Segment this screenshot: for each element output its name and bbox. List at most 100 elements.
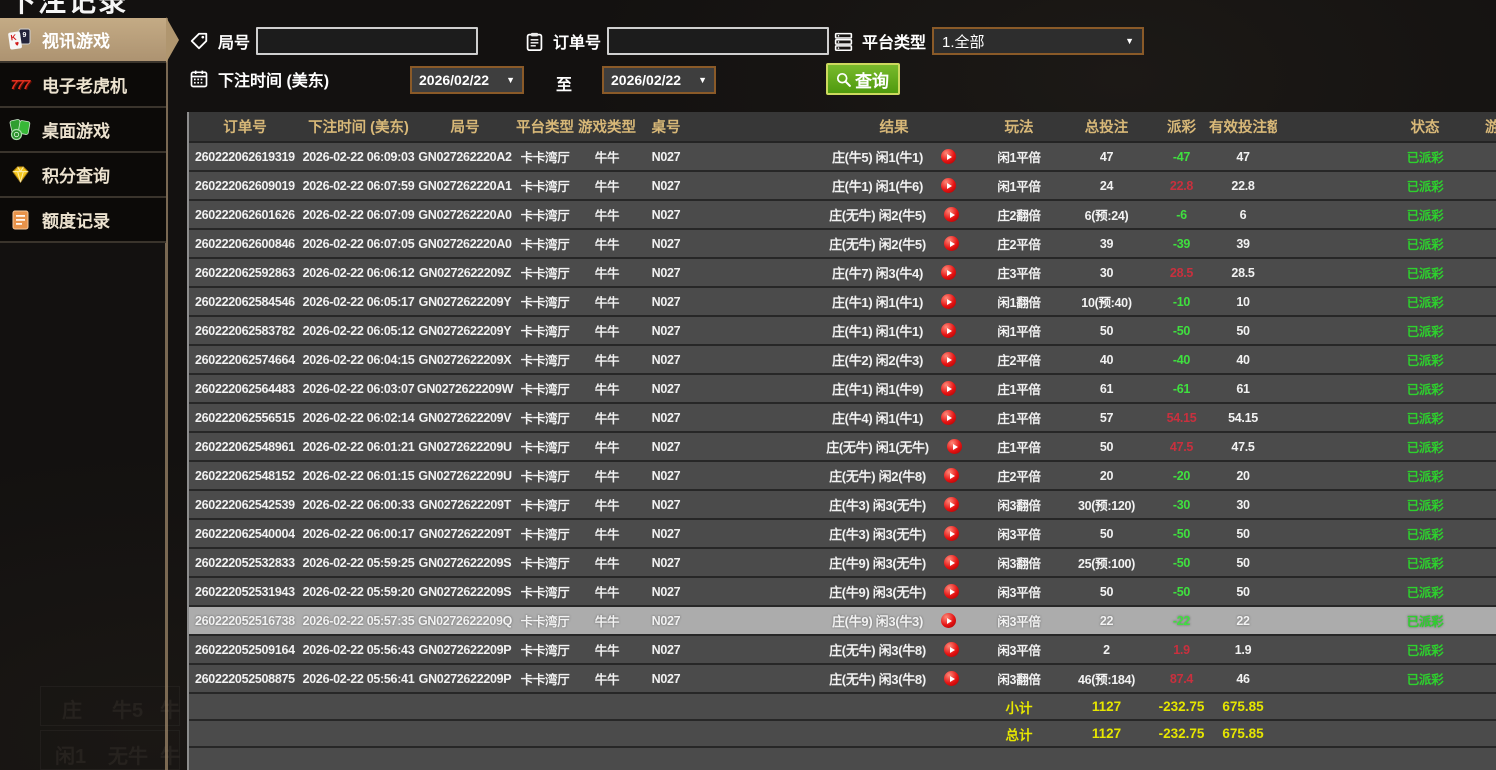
cell-total-bet: 61 xyxy=(1059,374,1154,403)
cell-time: 2026-02-22 05:56:43 xyxy=(301,635,416,664)
cell-valid-bet: 50 xyxy=(1209,577,1277,606)
cell-valid-bet: 54.15 xyxy=(1209,403,1277,432)
cell-total-bet: 39 xyxy=(1059,229,1154,258)
table-row[interactable]: 2602220626016262026-02-22 06:07:09GN0272… xyxy=(189,200,1496,229)
col-payout: 派彩 xyxy=(1154,112,1209,142)
cell-status: 已派彩 xyxy=(1375,287,1475,316)
cell-status: 已派彩 xyxy=(1375,142,1475,171)
play-video-button[interactable] xyxy=(941,410,956,425)
cell-status: 已派彩 xyxy=(1375,548,1475,577)
cell-time: 2026-02-22 05:57:35 xyxy=(301,606,416,635)
table-row[interactable]: 2602220625837822026-02-22 06:05:12GN0272… xyxy=(189,316,1496,345)
cell-table-no: N027 xyxy=(638,432,694,461)
play-video-button[interactable] xyxy=(944,671,959,686)
table-row[interactable]: 2602220625425392026-02-22 06:00:33GN0272… xyxy=(189,490,1496,519)
table-row[interactable]: 2602220625400042026-02-22 06:00:17GN0272… xyxy=(189,519,1496,548)
round-input[interactable] xyxy=(256,27,478,55)
cell-total-bet: 10(预:40) xyxy=(1059,287,1154,316)
table-row[interactable]: 2602220626090192026-02-22 06:07:59GN0272… xyxy=(189,171,1496,200)
play-video-button[interactable] xyxy=(941,294,956,309)
cell-order: 260222062564483 xyxy=(189,374,301,403)
date-to-picker[interactable]: 2026/02/22 ▼ xyxy=(602,66,716,94)
summary-tbody: 小计 1127 -232.75 675.85 总计 1127 -232.75 6… xyxy=(189,693,1496,766)
cell-game-extra xyxy=(1475,577,1496,606)
cell-play-type: 闲3平倍 xyxy=(979,635,1059,664)
cell-payout: -61 xyxy=(1154,374,1209,403)
play-video-button[interactable] xyxy=(944,642,959,657)
cell-order: 260222062592863 xyxy=(189,258,301,287)
cell-result: 庄(牛3) 闲3(无牛) xyxy=(694,519,979,548)
play-video-button[interactable] xyxy=(941,352,956,367)
cell-valid-bet: 10 xyxy=(1209,287,1277,316)
cell-round: GN027262220A2 xyxy=(416,142,514,171)
table-row[interactable]: 2602220625565152026-02-22 06:02:14GN0272… xyxy=(189,403,1496,432)
cell-total-bet: 50 xyxy=(1059,577,1154,606)
table-row[interactable]: 2602220625481522026-02-22 06:01:15GN0272… xyxy=(189,461,1496,490)
cell-total-bet: 22 xyxy=(1059,606,1154,635)
cell-game: 牛牛 xyxy=(576,461,638,490)
order-input[interactable] xyxy=(607,27,829,55)
table-row[interactable]: 2602220525167382026-02-22 05:57:35GN0272… xyxy=(189,606,1496,635)
cell-total-bet: 30 xyxy=(1059,258,1154,287)
sidebar-item-table-games[interactable]: 桌面游戏 xyxy=(0,108,166,153)
date-from-picker[interactable]: 2026/02/22 ▼ xyxy=(410,66,524,94)
play-video-button[interactable] xyxy=(941,381,956,396)
table-row[interactable]: 2602220625746642026-02-22 06:04:15GN0272… xyxy=(189,345,1496,374)
cell-result: 庄(牛9) 闲3(牛3) xyxy=(694,606,979,635)
cell-total-bet: 47 xyxy=(1059,142,1154,171)
cell-valid-bet: 20 xyxy=(1209,461,1277,490)
platform-select[interactable]: 1.全部 ▼ xyxy=(932,27,1144,55)
table-row[interactable]: 2602220626193192026-02-22 06:09:03GN0272… xyxy=(189,142,1496,171)
play-video-button[interactable] xyxy=(941,323,956,338)
col-total-bet: 总投注 xyxy=(1059,112,1154,142)
play-video-button[interactable] xyxy=(944,555,959,570)
sidebar-item-slots[interactable]: 777 电子老虎机 xyxy=(0,63,166,108)
sidebar-item-video-games[interactable]: 9 K 视讯游戏 xyxy=(0,18,166,63)
table-row[interactable]: 2602220625845462026-02-22 06:05:17GN0272… xyxy=(189,287,1496,316)
play-video-button[interactable] xyxy=(944,236,959,251)
play-video-button[interactable] xyxy=(941,178,956,193)
table-row[interactable]: 2602220625644832026-02-22 06:03:07GN0272… xyxy=(189,374,1496,403)
cell-valid-bet: 50 xyxy=(1209,316,1277,345)
table-row[interactable]: 2602220625928632026-02-22 06:06:12GN0272… xyxy=(189,258,1496,287)
sidebar-item-points[interactable]: 积分查询 xyxy=(0,153,166,198)
cell-time: 2026-02-22 05:56:41 xyxy=(301,664,416,693)
cell-time: 2026-02-22 06:00:17 xyxy=(301,519,416,548)
cell-round: GN0272622209P xyxy=(416,635,514,664)
result-text: 庄(牛1) 闲1(牛1) xyxy=(832,292,923,311)
sidebar-item-quota-records[interactable]: 额度记录 xyxy=(0,198,166,243)
cell-order: 260222062600846 xyxy=(189,229,301,258)
result-text: 庄(牛1) 闲1(牛1) xyxy=(832,321,923,340)
play-video-button[interactable] xyxy=(944,526,959,541)
play-video-button[interactable] xyxy=(944,584,959,599)
cell-payout: 54.15 xyxy=(1154,403,1209,432)
table-row[interactable]: 2602220625489612026-02-22 06:01:21GN0272… xyxy=(189,432,1496,461)
play-video-button[interactable] xyxy=(944,468,959,483)
cell-payout: 22.8 xyxy=(1154,171,1209,200)
order-filter-group: 订单号 xyxy=(521,27,829,55)
play-video-button[interactable] xyxy=(941,265,956,280)
table-row[interactable]: 2602220525328332026-02-22 05:59:25GN0272… xyxy=(189,548,1496,577)
cell-result: 庄(牛3) 闲3(无牛) xyxy=(694,490,979,519)
play-video-button[interactable] xyxy=(941,149,956,164)
play-video-button[interactable] xyxy=(944,207,959,222)
result-text: 庄(无牛) 闲2(牛5) xyxy=(829,234,926,253)
cell-game-extra xyxy=(1475,490,1496,519)
col-round: 局号 xyxy=(416,112,514,142)
cell-game-extra xyxy=(1475,461,1496,490)
play-video-button[interactable] xyxy=(944,497,959,512)
table-row[interactable]: 2602220525091642026-02-22 05:56:43GN0272… xyxy=(189,635,1496,664)
cell-game: 牛牛 xyxy=(576,548,638,577)
table-row[interactable]: 2602220626008462026-02-22 06:07:05GN0272… xyxy=(189,229,1496,258)
table-row[interactable]: 2602220525088752026-02-22 05:56:41GN0272… xyxy=(189,664,1496,693)
cell-game: 牛牛 xyxy=(576,664,638,693)
cell-valid-bet: 47 xyxy=(1209,142,1277,171)
sidebar-item-label: 电子老虎机 xyxy=(42,72,127,97)
cell-result: 庄(牛9) 闲3(无牛) xyxy=(694,548,979,577)
cell-play-type: 闲1平倍 xyxy=(979,142,1059,171)
play-video-button[interactable] xyxy=(941,613,956,628)
search-button[interactable]: 查询 xyxy=(826,63,900,95)
bet-time-label: 下注时间 (美东) xyxy=(218,67,329,91)
play-video-button[interactable] xyxy=(947,439,962,454)
table-row[interactable]: 2602220525319432026-02-22 05:59:20GN0272… xyxy=(189,577,1496,606)
